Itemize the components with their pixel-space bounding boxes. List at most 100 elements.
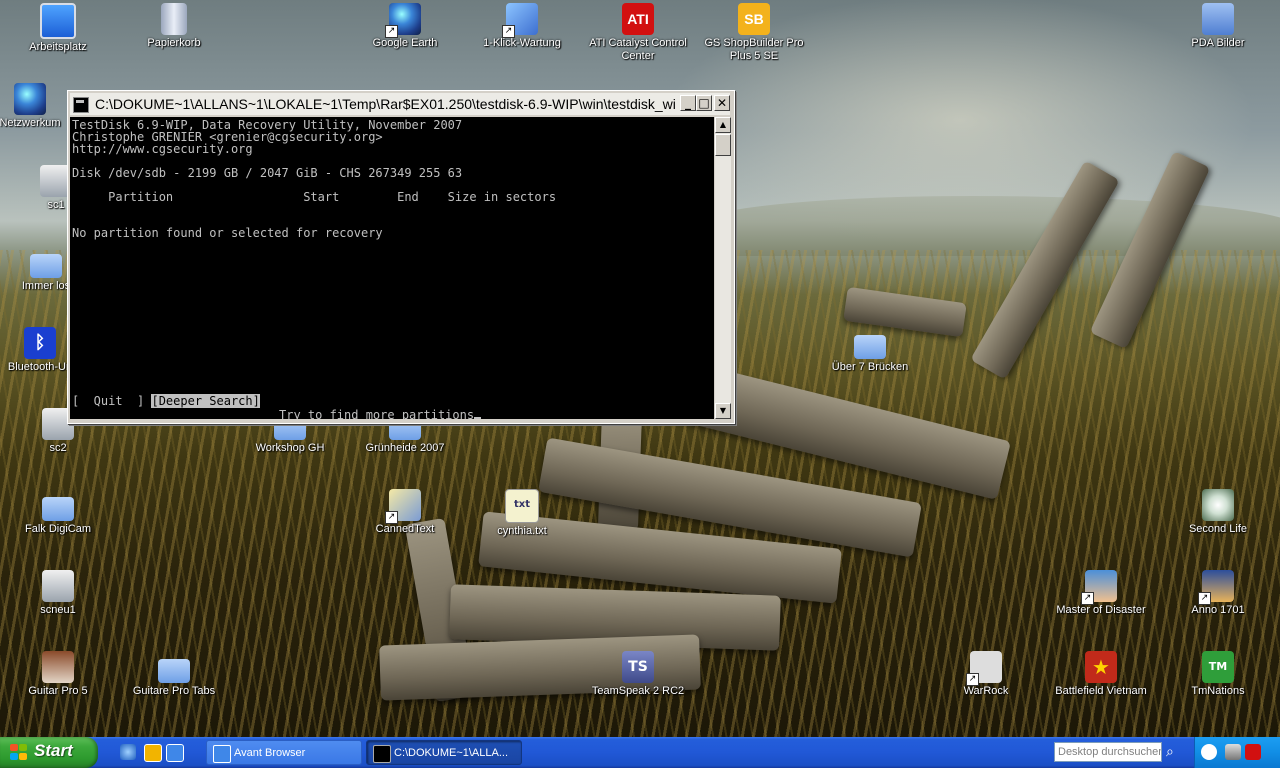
desktop-icon-master-of-disaster[interactable]: ↗ Master of Disaster xyxy=(1047,570,1155,617)
desktop-icon-cynthia-txt[interactable]: txt cynthia.txt xyxy=(468,489,576,538)
game-icon: ↗ xyxy=(1081,570,1117,605)
avant-browser-icon xyxy=(213,745,231,763)
desktop-icon-label: sc2 xyxy=(49,442,67,454)
desktop-icon-label: GS ShopBuilder Pro Plus 5 SE xyxy=(704,37,804,62)
desktop-icon-ati-catalyst[interactable]: ATI ATI Catalyst Control Center xyxy=(584,3,692,63)
console-window[interactable]: C:\DOKUME~1\ALLANS~1\LOKALE~1\Temp\Rar$E… xyxy=(67,90,735,424)
console-titlebar[interactable]: C:\DOKUME~1\ALLANS~1\LOKALE~1\Temp\Rar$E… xyxy=(70,93,730,115)
desktop-icon-label: Google Earth xyxy=(372,37,438,49)
network-tray-icon[interactable] xyxy=(1225,744,1241,760)
desktop-icon-anno-1701[interactable]: ↗ Anno 1701 xyxy=(1164,570,1272,617)
desktop-search-input[interactable]: Desktop durchsuchen xyxy=(1054,742,1162,762)
console-line: Partition Start End Size in sectors xyxy=(72,190,557,204)
desktop-icon-label: Grünheide 2007 xyxy=(365,442,445,454)
ie-icon[interactable] xyxy=(120,744,136,760)
scroll-thumb[interactable] xyxy=(715,134,731,156)
shortcut-arrow-icon: ↗ xyxy=(1081,592,1094,605)
console-output[interactable]: TestDisk 6.9-WIP, Data Recovery Utility,… xyxy=(70,117,714,419)
desktop-icon-label: Über 7 Brücken xyxy=(831,361,909,373)
console-title: C:\DOKUME~1\ALLANS~1\LOKALE~1\Temp\Rar$E… xyxy=(95,96,677,112)
maximize-button[interactable]: □ xyxy=(696,95,712,111)
console-hint-text: Try to find more partitions xyxy=(279,408,475,419)
console-line: No partition found or selected for recov… xyxy=(72,226,383,240)
console-app-icon[interactable] xyxy=(73,97,89,113)
guitar-pro-icon xyxy=(42,651,74,683)
desktop-icon-label: ATI Catalyst Control Center xyxy=(589,37,687,62)
desktop-icon-warrock[interactable]: ↗ WarRock xyxy=(932,651,1040,698)
desktop-icon-label: Netzwerkum xyxy=(0,117,61,129)
google-earth-icon: ↗ xyxy=(385,3,421,38)
network-icon xyxy=(14,83,46,115)
desktop-icon-label: CannedText xyxy=(375,523,435,535)
desktop-icon-label: Papierkorb xyxy=(147,37,201,49)
console-icon xyxy=(373,745,391,763)
console-line: Disk /dev/sdb - 2199 GB / 2047 GiB - CHS… xyxy=(72,166,463,180)
shopbuilder-icon: SB xyxy=(738,3,770,35)
start-button[interactable]: Start xyxy=(0,737,98,768)
security-tray-icon[interactable] xyxy=(1245,744,1261,760)
desktop-icon-label: TmNations xyxy=(1191,685,1245,697)
desktop-icon-arbeitsplatz[interactable]: Arbeitsplatz xyxy=(4,3,112,54)
taskbar: Start Avant Browser C:\DOKUME~1\ALLA... … xyxy=(0,737,1280,768)
folder-icon xyxy=(158,659,190,683)
desktop-icon-shopbuilder[interactable]: SB GS ShopBuilder Pro Plus 5 SE xyxy=(700,3,808,63)
shortcut-arrow-icon: ↗ xyxy=(1198,592,1211,605)
console-menu: [ Quit ] [Deeper Search] xyxy=(72,394,260,408)
desktop-icon-label: cynthia.txt xyxy=(497,525,547,537)
desktop-icon-netzwerk[interactable]: Netzwerkum xyxy=(0,83,62,130)
desktop-icon-label: Master of Disaster xyxy=(1056,604,1146,616)
desktop-icon-label: Falk DigiCam xyxy=(24,523,91,535)
desktop-icon-label: Anno 1701 xyxy=(1191,604,1245,616)
desktop-icon-battlefield-vietnam[interactable]: ★ Battlefield Vietnam xyxy=(1047,651,1155,698)
text-cursor xyxy=(474,407,482,419)
task-avant-browser[interactable]: Avant Browser xyxy=(206,740,362,765)
computer-icon xyxy=(40,3,76,39)
deeper-search-menu-option[interactable]: [Deeper Search] xyxy=(151,394,260,408)
console-scrollbar[interactable]: ▲ ▼ xyxy=(715,117,731,419)
desktop-icon-label: 1-Klick-Wartung xyxy=(483,37,561,49)
recycle-bin-icon xyxy=(161,3,187,35)
outlook-icon[interactable] xyxy=(144,744,162,762)
close-button[interactable]: ✕ xyxy=(714,95,730,111)
second-life-icon xyxy=(1202,489,1234,521)
desktop-icon-google-earth[interactable]: ↗ Google Earth xyxy=(351,3,459,50)
shortcut-arrow-icon: ↗ xyxy=(966,673,979,686)
task-console[interactable]: C:\DOKUME~1\ALLA... xyxy=(366,740,522,765)
desktop-icon-label: Second Life xyxy=(1188,523,1248,535)
desktop-icon-label: Bluetooth-Un xyxy=(7,361,73,373)
desktop-icon-label: WarRock xyxy=(963,685,1009,697)
shortcut-arrow-icon: ↗ xyxy=(502,25,515,38)
desktop-icon-teamspeak[interactable]: TS TeamSpeak 2 RC2 xyxy=(584,651,692,698)
desktop-icon-pda-bilder[interactable]: PDA Bilder xyxy=(1164,3,1272,50)
desktop-icon-scneu1[interactable]: scneu1 xyxy=(4,570,112,617)
desktop-icon-label: PDA Bilder xyxy=(1191,37,1245,49)
back-icon[interactable] xyxy=(1201,744,1217,760)
windows-logo-icon xyxy=(10,744,28,761)
desktop-icon-label: Battlefield Vietnam xyxy=(1055,685,1147,697)
desktop-icon-label: scneu1 xyxy=(40,604,76,616)
minimize-button[interactable]: _ xyxy=(680,95,696,111)
scroll-up-button[interactable]: ▲ xyxy=(715,117,731,133)
search-icon[interactable]: ⌕ xyxy=(1166,744,1182,760)
desktop-icon-guitare-pro-tabs[interactable]: Guitare Pro Tabs xyxy=(120,651,228,698)
maintenance-icon: ↗ xyxy=(502,3,538,38)
desktop-icon-papierkorb[interactable]: Papierkorb xyxy=(120,3,228,50)
desktop-icon-cannedtext[interactable]: ↗ CannedText xyxy=(351,489,459,536)
desktop-icon-second-life[interactable]: Second Life xyxy=(1164,489,1272,536)
desktop-icon-1-klick-wartung[interactable]: ↗ 1-Klick-Wartung xyxy=(468,3,576,50)
quit-menu-option[interactable]: [ Quit ] xyxy=(72,394,144,408)
system-tray xyxy=(1194,737,1280,768)
desktop-icon-bluetooth[interactable]: ᛒ Bluetooth-Un xyxy=(4,327,76,374)
ati-icon: ATI xyxy=(622,3,654,35)
desktop-icon-guitar-pro[interactable]: Guitar Pro 5 xyxy=(4,651,112,698)
text-file-icon: txt xyxy=(505,489,539,523)
desktop-icon-tmnations[interactable]: TM TmNations xyxy=(1164,651,1272,698)
scroll-down-button[interactable]: ▼ xyxy=(715,403,731,419)
folder-icon xyxy=(42,497,74,521)
game-icon: ↗ xyxy=(1198,570,1234,605)
shortcut-arrow-icon: ↗ xyxy=(385,25,398,38)
desktop-icon-ueber-7-bruecken[interactable]: Über 7 Brücken xyxy=(816,327,924,374)
avant-icon[interactable] xyxy=(166,744,184,762)
desktop-icon-falk-digicam[interactable]: Falk DigiCam xyxy=(4,489,112,536)
desktop-icon-label: Guitare Pro Tabs xyxy=(132,685,216,697)
